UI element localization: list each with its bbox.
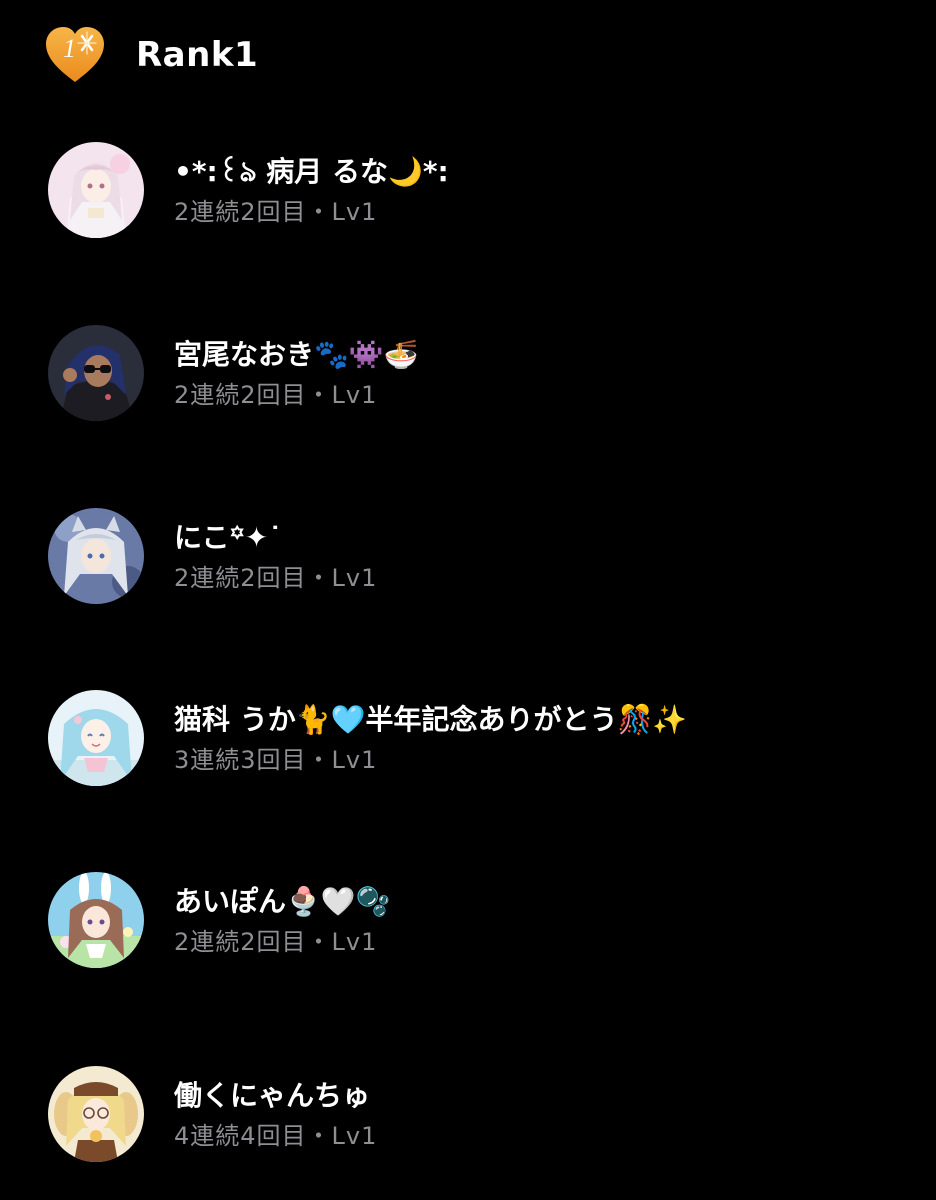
- user-level: Lv1: [331, 564, 378, 592]
- user-meta: 2連続2回目・Lv1: [174, 564, 377, 592]
- user-row[interactable]: あいぽん🍨🤍🫧 2連続2回目・Lv1: [48, 872, 888, 968]
- user-level: Lv1: [331, 381, 378, 409]
- streak-count: 2連続2回目: [174, 928, 307, 956]
- user-info: 猫科 うか🐈🩵半年記念ありがとう🎊✨ 3連続3回目・Lv1: [174, 702, 687, 774]
- streak-count: 2連続2回目: [174, 198, 307, 226]
- user-level: Lv1: [331, 198, 378, 226]
- user-info: 働くにゃんちゅ 4連続4回目・Lv1: [174, 1078, 377, 1150]
- user-meta: 2連続2回目・Lv1: [174, 198, 449, 226]
- user-name: 働くにゃんちゅ: [174, 1079, 371, 1112]
- meta-separator: ・: [306, 381, 332, 409]
- user-name: •*:꒰ঌ 病月 るな🌙*:: [174, 155, 449, 188]
- user-row[interactable]: 宮尾なおき🐾👾🍜 2連続2回目・Lv1: [48, 325, 888, 421]
- user-info: あいぽん🍨🤍🫧 2連続2回目・Lv1: [174, 884, 391, 956]
- user-level: Lv1: [331, 746, 378, 774]
- dark-haired-sunglasses-avatar-icon[interactable]: [48, 325, 144, 421]
- user-name: 猫科 うか🐈🩵半年記念ありがとう🎊✨: [174, 703, 688, 736]
- blonde-glasses-avatar-icon[interactable]: [48, 1066, 144, 1162]
- streak-count: 2連続2回目: [174, 381, 307, 409]
- user-meta: 2連続2回目・Lv1: [174, 381, 419, 409]
- user-level: Lv1: [331, 1122, 378, 1150]
- user-info: にこ꙳✦˙ 2連続2回目・Lv1: [174, 520, 377, 592]
- user-name: あいぽん🍨🤍🫧: [174, 885, 391, 918]
- user-level: Lv1: [331, 928, 378, 956]
- bunny-ear-brown-haired-avatar-icon[interactable]: [48, 872, 144, 968]
- streak-count: 3連続3回目: [174, 746, 307, 774]
- user-meta: 4連続4回目・Lv1: [174, 1122, 377, 1150]
- user-row[interactable]: 働くにゃんちゅ 4連続4回目・Lv1: [48, 1066, 888, 1162]
- meta-separator: ・: [306, 564, 332, 592]
- meta-separator: ・: [306, 198, 332, 226]
- user-info: •*:꒰ঌ 病月 るな🌙*: 2連続2回目・Lv1: [174, 154, 449, 226]
- silver-haired-cat-ear-avatar-icon[interactable]: [48, 508, 144, 604]
- user-row[interactable]: 猫科 うか🐈🩵半年記念ありがとう🎊✨ 3連続3回目・Lv1: [48, 690, 888, 786]
- meta-separator: ・: [306, 1122, 332, 1150]
- user-info: 宮尾なおき🐾👾🍜 2連続2回目・Lv1: [174, 337, 419, 409]
- user-meta: 2連続2回目・Lv1: [174, 928, 391, 956]
- streak-count: 4連続4回目: [174, 1122, 307, 1150]
- meta-separator: ・: [306, 928, 332, 956]
- pink-haired-anime-avatar-icon[interactable]: [48, 142, 144, 238]
- user-row[interactable]: にこ꙳✦˙ 2連続2回目・Lv1: [48, 508, 888, 604]
- user-name: 宮尾なおき🐾👾🍜: [174, 338, 419, 371]
- user-row[interactable]: •*:꒰ঌ 病月 るな🌙*: 2連続2回目・Lv1: [48, 142, 888, 238]
- meta-separator: ・: [306, 746, 332, 774]
- user-meta: 3連続3回目・Lv1: [174, 746, 687, 774]
- user-list: •*:꒰ঌ 病月 るな🌙*: 2連続2回目・Lv1 宮尾なおき🐾👾🍜 2連続2回…: [0, 0, 936, 1200]
- light-blue-haired-avatar-icon[interactable]: [48, 690, 144, 786]
- user-name: にこ꙳✦˙: [174, 521, 283, 554]
- streak-count: 2連続2回目: [174, 564, 307, 592]
